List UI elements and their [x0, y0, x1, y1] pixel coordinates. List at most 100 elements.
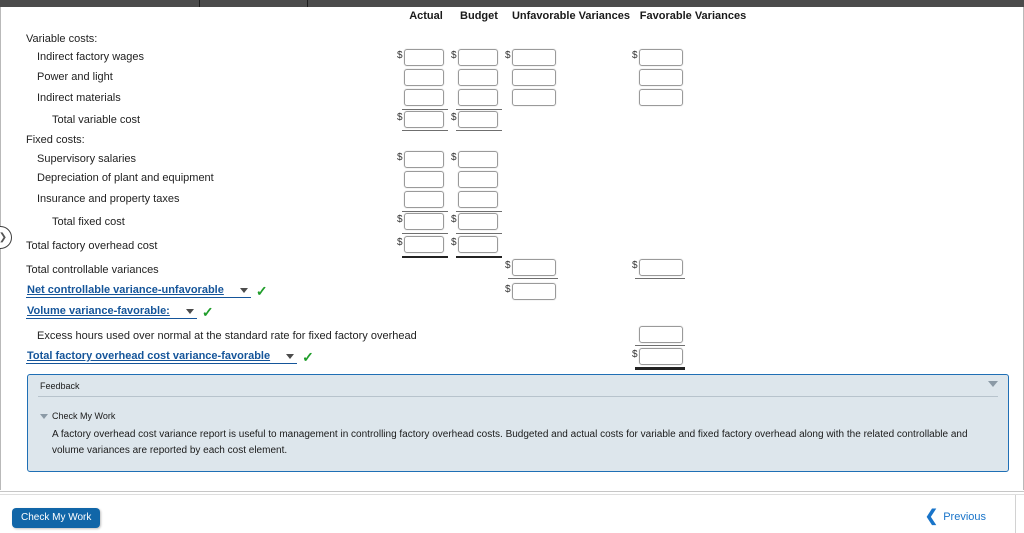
input-favorable-total-variance[interactable]: [639, 348, 683, 365]
select-label-volume-variance: Volume variance-favorable:: [27, 305, 170, 317]
dollar-sign: $: [451, 214, 457, 225]
dollar-sign: $: [397, 112, 403, 123]
input-actual-power-and-light[interactable]: [404, 69, 444, 86]
window-topbar: [0, 0, 1024, 7]
dollar-sign: $: [632, 349, 638, 360]
input-budget-total-factory-overhead[interactable]: [458, 236, 498, 253]
input-actual-total-fixed-cost[interactable]: [404, 213, 444, 230]
input-actual-total-variable-cost[interactable]: [404, 111, 444, 128]
select-volume-variance[interactable]: Volume variance-favorable:: [26, 305, 197, 319]
caret-down-icon[interactable]: [988, 381, 998, 387]
input-budget-insurance[interactable]: [458, 191, 498, 208]
chevron-down-icon: [185, 308, 194, 314]
input-actual-depreciation[interactable]: [404, 171, 444, 188]
dollar-sign: $: [632, 50, 638, 61]
feedback-panel: Feedback Check My Work A factory overhea…: [27, 374, 1009, 472]
input-favorable-excess-hours[interactable]: [639, 326, 683, 343]
toolbar-separator-secondary: [0, 494, 1024, 495]
subtotal-rule-favorable: [635, 278, 685, 279]
variance-report-table: Actual Budget Unfavorable Variances Favo…: [0, 7, 1024, 370]
row-label-total-variable-cost: Total variable cost: [52, 114, 141, 126]
input-budget-indirect-materials[interactable]: [458, 89, 498, 106]
subtotal-rule-actual-fixed: [402, 211, 448, 212]
input-budget-total-fixed-cost[interactable]: [458, 213, 498, 230]
subtotal-rule-unfavorable: [508, 278, 558, 279]
total-rule-budget-fixed: [456, 233, 502, 234]
input-budget-depreciation[interactable]: [458, 171, 498, 188]
column-header-favorable-variances: Favorable Variances: [639, 10, 747, 22]
input-actual-supervisory-salaries[interactable]: [404, 151, 444, 168]
row-label-total-fixed-cost: Total fixed cost: [52, 216, 125, 228]
dropdown-row-total-factory-overhead-cost-variance: Total factory overhead cost variance-fav…: [26, 350, 314, 364]
dollar-sign: $: [397, 214, 403, 225]
column-header-budget: Budget: [460, 10, 498, 22]
input-budget-total-variable-cost[interactable]: [458, 111, 498, 128]
feedback-title: Feedback: [40, 381, 80, 391]
caret-down-icon: [40, 413, 48, 419]
dollar-sign: $: [451, 237, 457, 248]
dollar-sign: $: [397, 152, 403, 163]
total-rule-budget-variable: [456, 130, 502, 131]
dollar-sign: $: [632, 260, 638, 271]
input-unfavorable-indirect-materials[interactable]: [512, 89, 556, 106]
input-unfavorable-total-controllable-variances[interactable]: [512, 259, 556, 276]
input-budget-supervisory-salaries[interactable]: [458, 151, 498, 168]
input-actual-indirect-materials[interactable]: [404, 89, 444, 106]
feedback-body-text: A factory overhead cost variance report …: [52, 429, 968, 456]
dollar-sign: $: [451, 152, 457, 163]
topbar-divider-1: [199, 0, 200, 7]
dollar-sign: $: [505, 50, 511, 61]
input-unfavorable-net-controllable-variance[interactable]: [512, 283, 556, 300]
total-rule-actual-variable: [402, 130, 448, 131]
input-favorable-total-controllable-variances[interactable]: [639, 259, 683, 276]
input-actual-insurance[interactable]: [404, 191, 444, 208]
correct-check-icon: ✓: [302, 349, 314, 365]
subtotal-rule-budget-fixed: [456, 211, 502, 212]
check-my-work-button[interactable]: Check My Work: [12, 508, 101, 528]
subtotal-rule-actual-variable: [402, 109, 448, 110]
row-label-fixed-costs: Fixed costs:: [26, 134, 85, 146]
input-actual-total-factory-overhead[interactable]: [404, 236, 444, 253]
dollar-sign: $: [505, 260, 511, 271]
chevron-down-icon: [239, 287, 248, 293]
dollar-sign: $: [451, 112, 457, 123]
row-label-indirect-factory-wages: Indirect factory wages: [37, 51, 144, 63]
row-label-power-and-light: Power and light: [37, 71, 113, 83]
chevron-down-icon: [286, 353, 295, 359]
correct-check-icon: ✓: [201, 304, 214, 320]
input-favorable-power-and-light[interactable]: [639, 69, 683, 86]
row-label-total-factory-overhead-cost: Total factory overhead cost: [26, 240, 158, 252]
chevron-right-icon: ❯: [0, 232, 7, 243]
dropdown-row-volume-variance: Volume variance-favorable: ✓: [26, 305, 214, 319]
select-net-controllable-variance[interactable]: Net controllable variance-unfavorable: [26, 284, 251, 298]
row-label-variable-costs: Variable costs:: [26, 33, 98, 45]
input-unfavorable-power-and-light[interactable]: [512, 69, 556, 86]
feedback-check-my-work-label: Check My Work: [52, 411, 116, 421]
column-header-actual: Actual: [409, 10, 443, 22]
feedback-check-my-work-toggle[interactable]: Check My Work: [40, 411, 115, 421]
row-label-total-controllable-variances: Total controllable variances: [26, 264, 159, 276]
chevron-left-icon: ❮: [924, 508, 939, 525]
column-header-unfavorable-variances: Unfavorable Variances: [511, 10, 630, 22]
input-unfavorable-indirect-factory-wages[interactable]: [512, 49, 556, 66]
input-budget-indirect-factory-wages[interactable]: [458, 49, 498, 66]
input-budget-power-and-light[interactable]: [458, 69, 498, 86]
previous-label: Previous: [943, 511, 986, 523]
row-label-indirect-materials: Indirect materials: [37, 92, 121, 104]
subtotal-rule-favorable-excess: [635, 345, 685, 346]
select-total-factory-overhead-cost-variance[interactable]: Total factory overhead cost variance-fav…: [26, 350, 298, 364]
dollar-sign: $: [505, 284, 511, 295]
correct-check-icon: ✓: [255, 283, 268, 299]
input-favorable-indirect-materials[interactable]: [639, 89, 683, 106]
previous-button[interactable]: ❮ Previous: [925, 509, 986, 525]
grand-total-rule-actual: [402, 256, 448, 258]
input-favorable-indirect-factory-wages[interactable]: [639, 49, 683, 66]
select-label-total-factory-overhead-cost-variance: Total factory overhead cost variance-fav…: [27, 350, 271, 362]
dropdown-row-net-controllable-variance: Net controllable variance-unfavorable ✓: [26, 284, 268, 298]
dollar-sign: $: [451, 50, 457, 61]
total-rule-actual-fixed: [402, 233, 448, 234]
input-actual-indirect-factory-wages[interactable]: [404, 49, 444, 66]
row-label-insurance: Insurance and property taxes: [37, 193, 180, 205]
select-label-net-controllable-variance: Net controllable variance-unfavorable: [27, 284, 224, 296]
toolbar-separator: [0, 491, 1024, 492]
